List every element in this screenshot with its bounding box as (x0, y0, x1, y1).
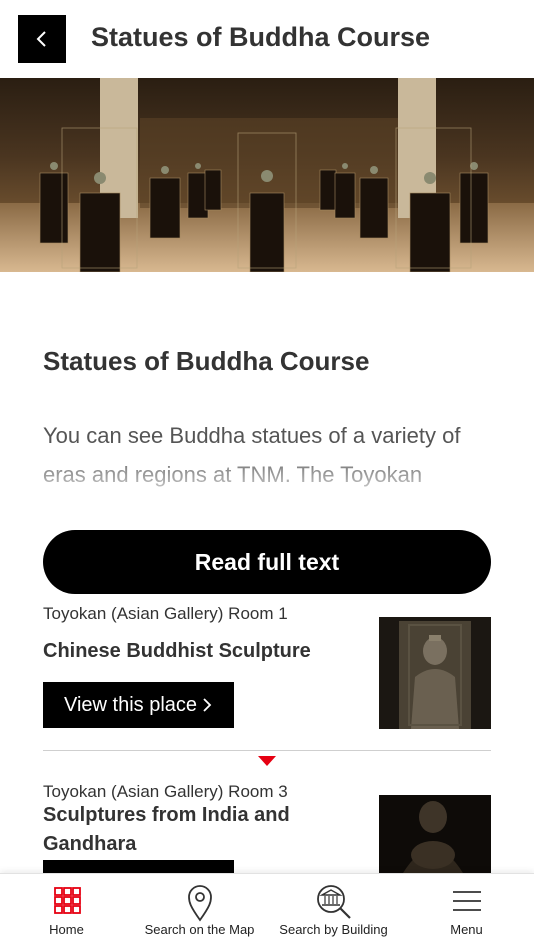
course-title: Statues of Buddha Course (43, 346, 370, 376)
tab-label: Menu (450, 922, 483, 937)
header: Statues of Buddha Course (0, 0, 534, 78)
home-grid-icon (53, 887, 81, 914)
chevron-right-icon (203, 698, 212, 712)
tab-home[interactable]: Home (0, 874, 133, 951)
tab-search-building[interactable]: Search by Building (267, 874, 400, 951)
building-search-icon (316, 885, 351, 919)
place-room: Toyokan (Asian Gallery) Room 3 (43, 782, 288, 801)
down-arrow-icon (258, 756, 276, 766)
tab-label: Search by Building (279, 922, 388, 937)
place-thumbnail[interactable] (379, 617, 491, 729)
view-this-place-button[interactable]: View this place (43, 682, 234, 728)
hero-image (0, 78, 534, 272)
page-title: Statues of Buddha Course (91, 22, 431, 52)
map-pin-icon (187, 885, 212, 922)
divider (43, 750, 491, 751)
place-room: Toyokan (Asian Gallery) Room 1 (43, 604, 288, 623)
intro-fade-overlay (0, 450, 534, 500)
bottom-tab-bar: Home Search on the Map Search by Buildin… (0, 873, 534, 951)
back-button[interactable] (18, 15, 66, 63)
view-button-label: View this place (63, 693, 198, 716)
tab-label: Search on the Map (144, 922, 255, 937)
place-name: Chinese Buddhist Sculpture (43, 640, 311, 662)
place-name: Sculptures from India and Gandhara (43, 804, 290, 855)
place-thumbnail[interactable] (379, 795, 491, 873)
chevron-left-icon (36, 31, 46, 47)
tab-menu[interactable]: Menu (400, 874, 533, 951)
view-this-place-button[interactable] (43, 860, 234, 874)
hamburger-menu-icon (452, 891, 481, 911)
read-full-text-button[interactable]: Read full text (43, 530, 491, 594)
tab-label: Home (49, 922, 84, 937)
tab-search-map[interactable]: Search on the Map (133, 874, 266, 951)
